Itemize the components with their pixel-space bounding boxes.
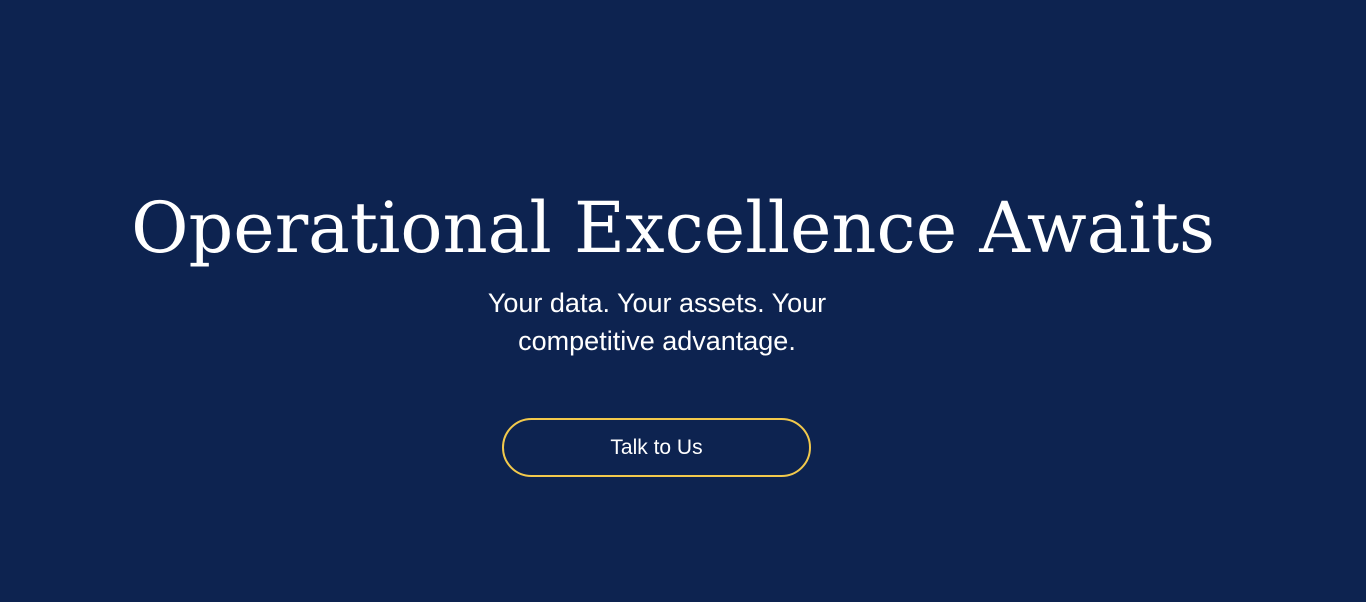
hero-section: Operational Excellence Awaits Your data.… [0,0,1366,602]
talk-to-us-button[interactable]: Talk to Us [502,418,811,477]
hero-title: Operational Excellence Awaits [131,187,1215,269]
hero-subtitle: Your data. Your assets. Your competitive… [487,288,827,356]
